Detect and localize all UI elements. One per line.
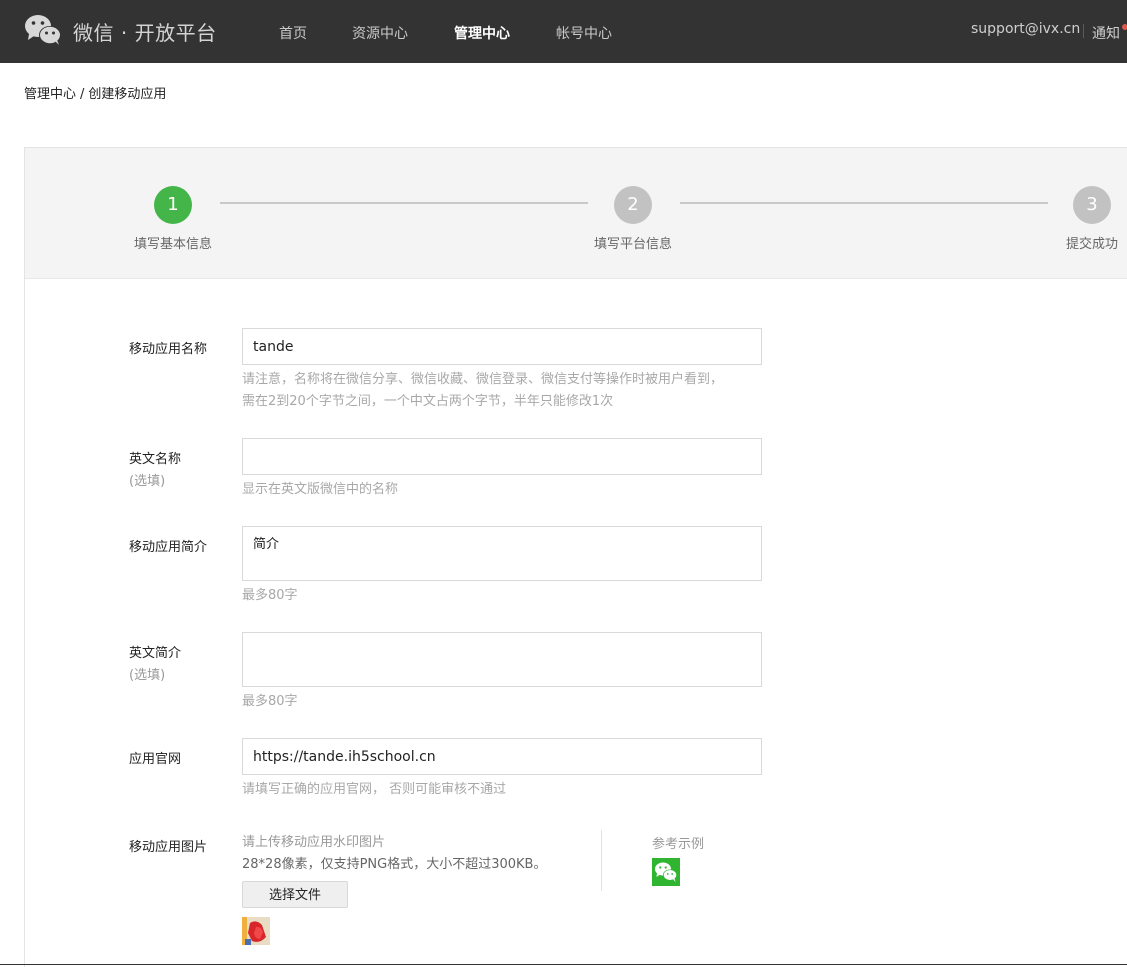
upload-tip-line2: 28*28像素，仅支持PNG格式，大小不超过300KB。 bbox=[242, 857, 547, 872]
step-1-circle: 1 bbox=[154, 186, 192, 224]
english-intro-textarea[interactable] bbox=[242, 632, 762, 687]
intro-textarea[interactable]: 简介 bbox=[242, 526, 762, 581]
window-bottom-border bbox=[0, 964, 1127, 965]
step-2-label: 填写平台信息 bbox=[593, 237, 673, 252]
app-image-label: 移动应用图片 bbox=[129, 840, 208, 855]
website-hint: 请填写正确的应用官网， 否则可能审核不通过 bbox=[242, 782, 507, 797]
app-name-input[interactable] bbox=[242, 328, 762, 365]
progress-steps: 1 2 3 填写基本信息 填写平台信息 提交成功 bbox=[25, 148, 1127, 279]
wechat-example-icon bbox=[652, 858, 680, 886]
step-2-circle: 2 bbox=[614, 186, 652, 224]
intro-hint: 最多80字 bbox=[242, 588, 298, 603]
nav-item-resources[interactable]: 资源中心 bbox=[352, 23, 408, 43]
uploaded-image-thumbnail[interactable] bbox=[242, 917, 270, 945]
english-name-optional: (选填) bbox=[129, 474, 166, 489]
app-name-hint-line2: 需在2到20个字节之间，一个中文占两个字节，半年只能修改1次 bbox=[242, 394, 614, 409]
choose-file-button[interactable]: 选择文件 bbox=[242, 881, 348, 908]
notification-dot bbox=[1122, 24, 1127, 30]
english-name-hint: 显示在英文版微信中的名称 bbox=[242, 482, 399, 497]
app-name-hint-line1: 请注意，名称将在微信分享、微信收藏、微信登录、微信支付等操作时被用户看到， bbox=[242, 372, 724, 387]
wechat-logo-icon[interactable] bbox=[24, 14, 62, 46]
english-intro-optional: (选填) bbox=[129, 668, 166, 683]
example-divider bbox=[601, 830, 602, 891]
english-name-input[interactable] bbox=[242, 438, 762, 475]
step-connector-1 bbox=[220, 202, 588, 204]
english-intro-hint: 最多80字 bbox=[242, 694, 298, 709]
step-1-label: 填写基本信息 bbox=[133, 237, 213, 252]
breadcrumb-current: 创建移动应用 bbox=[88, 87, 167, 102]
step-connector-2 bbox=[680, 202, 1048, 204]
upload-tip-line1: 请上传移动应用水印图片 bbox=[242, 835, 386, 850]
upload-tip: 请上传移动应用水印图片 28*28像素，仅支持PNG格式，大小不超过300KB。 bbox=[242, 832, 546, 876]
app-name-label: 移动应用名称 bbox=[129, 342, 208, 357]
top-navigation-bar: 微信 · 开放平台 首页 资源中心 管理中心 帐号中心 support@ivx.… bbox=[0, 0, 1127, 63]
english-name-label: 英文名称 bbox=[129, 452, 182, 467]
step-3-label: 提交成功 bbox=[1065, 237, 1119, 252]
nav-separator bbox=[1083, 24, 1084, 38]
intro-label: 移动应用简介 bbox=[129, 540, 208, 555]
nav-item-account[interactable]: 帐号中心 bbox=[556, 23, 612, 43]
nav-item-home[interactable]: 首页 bbox=[279, 23, 307, 43]
website-label: 应用官网 bbox=[129, 752, 182, 767]
account-email-link[interactable]: support@ivx.cn bbox=[971, 21, 1080, 37]
notification-link[interactable]: 通知 bbox=[1092, 23, 1120, 43]
brand-title[interactable]: 微信 · 开放平台 bbox=[73, 17, 217, 46]
nav-item-management[interactable]: 管理中心 bbox=[454, 23, 510, 43]
step-3-circle: 3 bbox=[1073, 186, 1111, 224]
breadcrumb-separator: / bbox=[80, 87, 85, 102]
website-input[interactable] bbox=[242, 738, 762, 775]
example-label: 参考示例 bbox=[652, 837, 705, 852]
english-intro-label: 英文简介 bbox=[129, 646, 182, 661]
breadcrumb-management-link[interactable]: 管理中心 bbox=[24, 87, 76, 102]
breadcrumb: 管理中心 / 创建移动应用 bbox=[24, 83, 166, 102]
